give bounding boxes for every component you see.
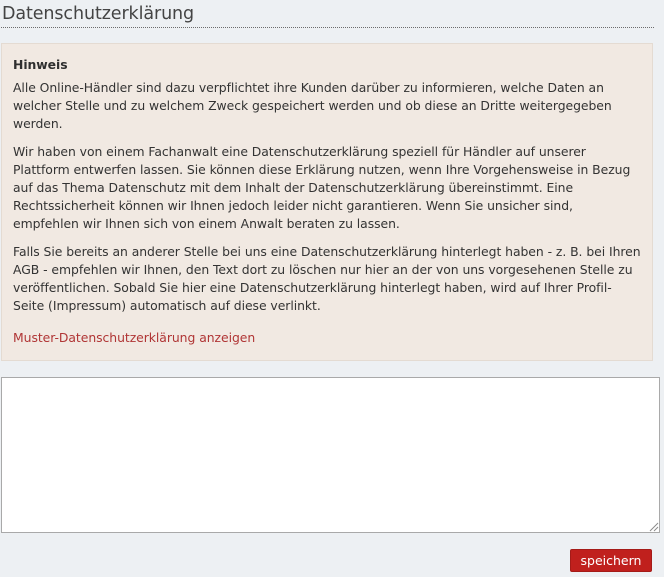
notice-heading: Hinweis	[13, 57, 68, 72]
sample-privacy-policy-link[interactable]: Muster-Datenschutzerklärung anzeigen	[13, 329, 255, 347]
save-button[interactable]: speichern	[570, 549, 652, 572]
notice-paragraph: Wir haben von einem Fachanwalt eine Date…	[13, 144, 631, 231]
notice-paragraph: Alle Online-Händler sind dazu verpflicht…	[13, 80, 612, 131]
page-title: Datenschutzerklärung	[2, 4, 195, 24]
title-divider	[1, 27, 654, 28]
notice-paragraph: Falls Sie bereits an anderer Stelle bei …	[13, 244, 641, 313]
resize-grip-icon[interactable]	[647, 520, 659, 532]
notice-box: Hinweis Alle Online-Händler sind dazu ve…	[1, 43, 653, 361]
privacy-policy-textarea[interactable]	[1, 377, 660, 533]
